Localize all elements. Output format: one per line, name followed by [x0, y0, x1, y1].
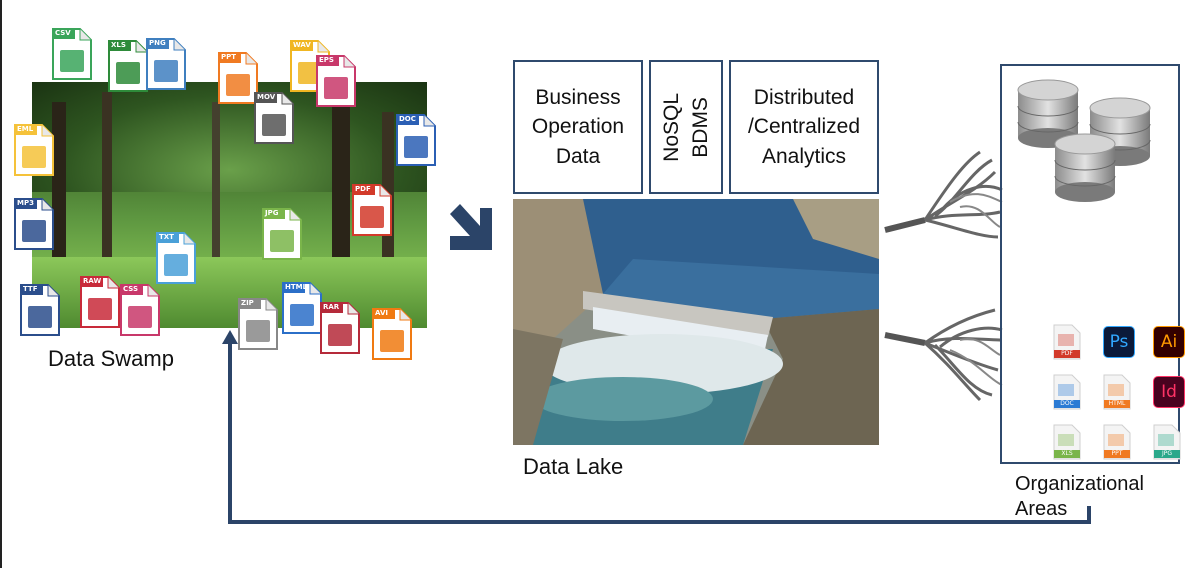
file-icon-label: MP3 [17, 199, 34, 207]
app-icon-html: HTML [1103, 374, 1131, 410]
file-icon-png: PNG [146, 38, 186, 90]
file-icon-label: AVI [375, 309, 388, 317]
file-icon-doc: DOC [396, 114, 436, 166]
file-icon-label: CSV [55, 29, 71, 37]
app-icon-label: JPG [1161, 450, 1173, 457]
feedback-arrow [222, 330, 1091, 524]
file-icon-mp3: MP3 [14, 198, 54, 250]
data-swamp-caption: Data Swamp [48, 346, 174, 371]
business-operation-data-box: Business Operation Data [513, 60, 643, 194]
file-icon-css: CSS [120, 284, 160, 336]
app-icon-label: Ps [1109, 332, 1129, 352]
left-border [0, 0, 2, 568]
app-icon-label: HTML [1108, 400, 1126, 407]
file-icon-label: TTF [23, 285, 38, 293]
tree-icon [884, 150, 1003, 239]
file-icon-label: XLS [111, 41, 126, 49]
file-icon-ttf: TTF [20, 284, 60, 336]
database-icon [1017, 79, 1151, 202]
file-icon-ppt: PPT [218, 52, 258, 104]
file-icon-label: TXT [159, 233, 174, 241]
file-icon-xls: XLS [108, 40, 148, 92]
app-icon-ppt: PPT [1103, 424, 1131, 460]
file-icon-label: EML [17, 125, 34, 133]
box-label: Business Operation Data [531, 85, 625, 168]
app-icon-id: Id [1153, 376, 1185, 408]
file-icon-label: PNG [149, 39, 166, 47]
file-icon-jpg: JPG [262, 208, 302, 260]
file-icon-csv: CSV [52, 28, 92, 80]
app-icon-label: PPT [1111, 450, 1123, 457]
file-icon-label: HTML [285, 283, 308, 291]
file-icon-label: EPS [319, 56, 334, 64]
file-icon-label: RAW [83, 277, 102, 285]
app-icon-jpg: JPG [1153, 424, 1181, 460]
file-icon-label: MOV [257, 93, 276, 101]
file-icon-label: WAV [293, 41, 311, 49]
app-icon-ps: Ps [1103, 326, 1135, 358]
file-icon-label: RAR [323, 303, 340, 311]
file-icon-label: JPG [265, 209, 279, 217]
file-icon-pdf: PDF [352, 184, 392, 236]
analytics-box: Distributed /Centralized Analytics [729, 60, 879, 194]
file-icon-raw: RAW [80, 276, 120, 328]
chevron-arrow-icon [450, 204, 492, 250]
file-icon-txt: TXT [156, 232, 196, 284]
app-icon-ai: Ai [1153, 326, 1185, 358]
file-icon-label: ZIP [241, 299, 254, 307]
file-icon-mov: MOV [254, 92, 294, 144]
box-label: NoSQL BDMS [659, 92, 712, 162]
app-icon-label: Id [1161, 382, 1177, 402]
file-icon-eml: EML [14, 124, 54, 176]
file-icon-eps: EPS [316, 55, 356, 107]
nosql-bdms-box: NoSQL BDMS [649, 60, 723, 194]
file-icon-label: CSS [123, 285, 139, 293]
file-icon-label: DOC [399, 115, 416, 123]
box-label: Distributed /Centralized Analytics [747, 85, 861, 168]
file-icon-label: PPT [221, 53, 237, 61]
app-icon-label: Ai [1160, 332, 1178, 352]
file-icon-label: PDF [355, 185, 371, 193]
